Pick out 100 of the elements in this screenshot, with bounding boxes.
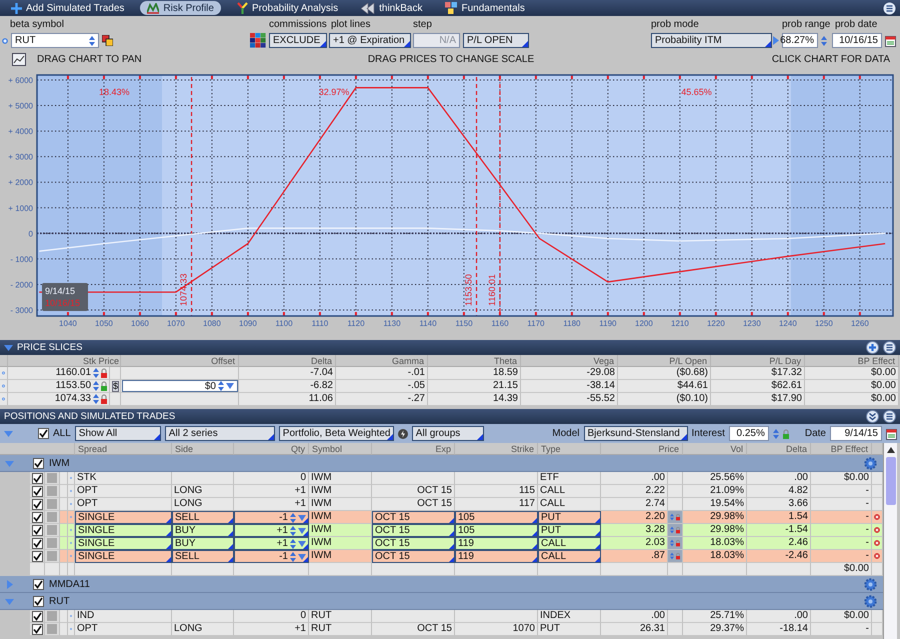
date-field[interactable]: 10/16/15 xyxy=(832,33,882,48)
lock-icon[interactable] xyxy=(676,512,680,522)
tab[interactable]: Risk Profile xyxy=(140,1,221,15)
checkbox[interactable] xyxy=(32,610,43,622)
column-header[interactable]: BP Effect xyxy=(811,443,872,455)
dropdown[interactable]: 105 xyxy=(455,524,538,537)
checkbox[interactable] xyxy=(32,524,43,536)
spinner-icon[interactable] xyxy=(670,525,674,535)
calendar-icon[interactable] xyxy=(885,34,896,46)
dropdown[interactable]: BUY xyxy=(172,524,234,537)
dropdown[interactable]: SINGLE xyxy=(75,550,172,563)
lock-icon[interactable] xyxy=(676,538,680,548)
delete-icon[interactable] xyxy=(874,538,880,548)
column-header[interactable]: Type xyxy=(538,443,601,455)
spinner-icon[interactable] xyxy=(290,512,296,522)
swap-icon[interactable] xyxy=(102,35,113,46)
spinner-icon[interactable] xyxy=(670,538,674,548)
dropdown[interactable]: 119 xyxy=(455,550,538,563)
checkbox[interactable] xyxy=(32,486,43,496)
spinner-icon[interactable] xyxy=(290,526,296,536)
gear-icon[interactable] xyxy=(864,594,877,608)
dropdown[interactable]: BUY xyxy=(172,537,234,550)
checkbox[interactable] xyxy=(38,428,49,439)
dropdown[interactable]: +1 @ Expiration xyxy=(329,33,411,48)
dropdown[interactable]: Show All xyxy=(74,426,161,441)
spinner-icon[interactable] xyxy=(89,36,95,46)
tab[interactable]: thinkBack xyxy=(354,1,430,15)
price-field[interactable]: 1160.01 xyxy=(8,367,110,380)
grid-icon[interactable] xyxy=(250,33,266,48)
column-header[interactable]: Delta xyxy=(747,443,811,455)
group-header[interactable]: RUT xyxy=(0,593,883,610)
symbol-field[interactable]: RUT xyxy=(11,33,99,48)
checkbox[interactable] xyxy=(32,472,43,484)
dropdown[interactable]: SELL xyxy=(172,511,234,524)
range-field[interactable]: 68.27% xyxy=(782,33,818,48)
spinner-icon[interactable] xyxy=(93,381,99,391)
dropdown[interactable]: CALL xyxy=(538,537,601,550)
scrollbar-thumb[interactable] xyxy=(886,457,896,505)
dropdown[interactable]: SINGLE xyxy=(75,511,172,524)
column-header[interactable]: BP Effect xyxy=(805,355,899,367)
dropdown[interactable]: P/L OPEN xyxy=(463,33,529,48)
dropdown[interactable]: PUT xyxy=(538,511,601,524)
dropdown[interactable]: CALL xyxy=(538,550,601,563)
spinner-icon[interactable] xyxy=(772,428,779,438)
group-header[interactable]: MMDA11 xyxy=(0,576,883,593)
column-header[interactable]: Vol xyxy=(683,443,747,455)
spinner-icon[interactable] xyxy=(821,36,827,46)
checkbox[interactable] xyxy=(32,498,43,510)
tab[interactable]: Fundamentals xyxy=(438,1,532,15)
column-header[interactable]: Spread xyxy=(75,443,172,455)
tab[interactable]: Probability Analysis xyxy=(230,1,346,15)
dropdown[interactable]: 119 xyxy=(455,537,538,550)
column-header[interactable]: P/L Day xyxy=(711,355,805,367)
expand-arrow-icon[interactable] xyxy=(4,343,13,352)
collapse-icon[interactable] xyxy=(866,410,879,423)
column-header[interactable]: Side xyxy=(172,443,234,455)
interest-field[interactable]: 0.25% xyxy=(728,426,769,441)
delete-icon[interactable] xyxy=(874,525,880,535)
add-icon[interactable] xyxy=(866,341,879,354)
spinner-icon[interactable] xyxy=(290,552,296,562)
dropdown[interactable]: All 2 series xyxy=(164,426,275,441)
delete-icon[interactable] xyxy=(874,512,880,522)
scroll-up-icon[interactable] xyxy=(886,447,894,453)
dropdown[interactable]: PUT xyxy=(538,524,601,537)
checkbox[interactable] xyxy=(32,624,43,634)
scrollbar[interactable] xyxy=(883,443,897,639)
spinner-icon[interactable] xyxy=(670,512,674,522)
dropdown[interactable]: Bjerksund-Stensland xyxy=(584,426,688,441)
column-header[interactable]: Gamma xyxy=(336,355,428,367)
quantity-field[interactable]: -1 xyxy=(234,550,309,563)
column-header[interactable]: Price xyxy=(601,443,683,455)
quantity-field[interactable]: -1 xyxy=(234,511,309,524)
delete-icon[interactable] xyxy=(874,551,880,561)
lock-icon[interactable] xyxy=(676,525,680,535)
column-header[interactable]: Vega xyxy=(521,355,618,367)
dropdown-arrow-icon[interactable] xyxy=(226,383,234,389)
column-header[interactable]: Stk Price xyxy=(8,355,121,367)
column-header[interactable]: Delta xyxy=(239,355,336,367)
spinner-icon[interactable] xyxy=(670,551,674,561)
calendar-icon[interactable] xyxy=(886,428,897,440)
currency-button[interactable]: $ xyxy=(112,380,120,392)
column-header[interactable]: Strike xyxy=(455,443,538,455)
dropdown[interactable]: 105 xyxy=(455,511,538,524)
dropdown[interactable]: OCT 15 xyxy=(372,524,455,537)
checkbox[interactable] xyxy=(32,550,43,562)
spinner-icon[interactable] xyxy=(290,538,296,548)
column-header[interactable]: Offset xyxy=(121,355,239,367)
tab[interactable]: Add Simulated Trades xyxy=(4,1,132,15)
checkbox[interactable] xyxy=(32,538,43,548)
column-header[interactable]: Symbol xyxy=(309,443,372,455)
menu-icon[interactable] xyxy=(883,341,896,354)
price-field[interactable]: 1153.50 xyxy=(8,380,110,393)
spinner-icon[interactable] xyxy=(93,394,99,404)
dropdown[interactable]: Portfolio, Beta Weighted xyxy=(278,426,394,441)
column-header[interactable]: Theta xyxy=(428,355,521,367)
dropdown[interactable]: All groups xyxy=(412,426,484,441)
checkbox[interactable] xyxy=(33,596,44,606)
step-field[interactable]: N/A xyxy=(413,33,460,48)
column-header[interactable]: P/L Open xyxy=(618,355,711,367)
dropdown[interactable]: OCT 15 xyxy=(372,550,455,563)
